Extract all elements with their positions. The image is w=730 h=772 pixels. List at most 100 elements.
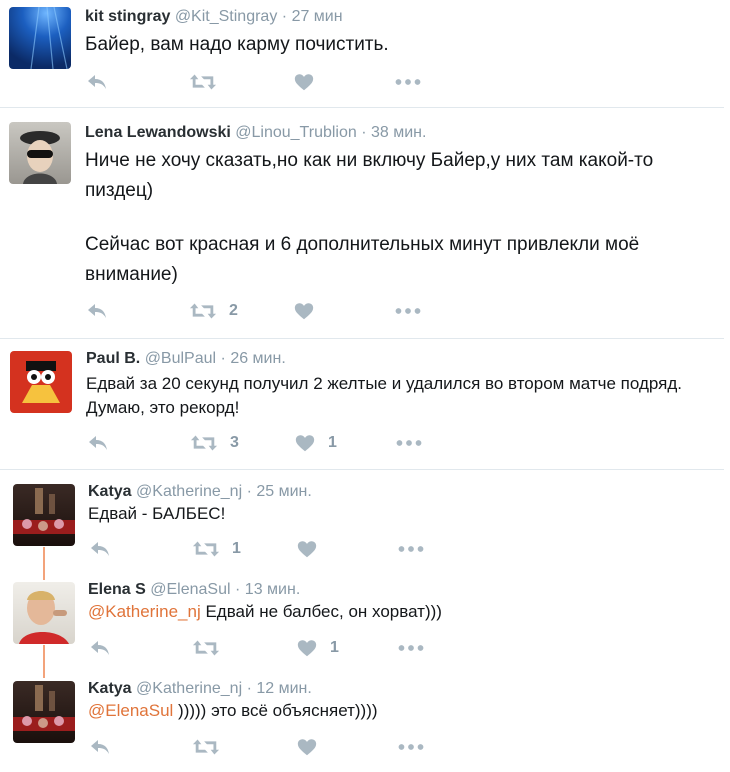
separator-dot: · — [281, 8, 288, 25]
user-handle[interactable]: @Kit_Stingray — [175, 8, 278, 25]
like-button[interactable]: 1 — [294, 431, 337, 455]
reply-button[interactable] — [88, 537, 112, 561]
reply-button[interactable] — [85, 70, 109, 94]
tweet-actions — [88, 735, 508, 759]
text-line: Ниче не хочу сказать,но как ни включу Ба… — [85, 150, 654, 171]
user-name[interactable]: Elena S — [88, 581, 146, 598]
text-line: Едвай за 20 секунд получил 2 желтые и уд… — [86, 374, 682, 393]
reply-icon — [85, 299, 109, 323]
retweet-icon — [189, 70, 217, 94]
like-button[interactable] — [296, 537, 318, 561]
retweet-icon — [192, 537, 220, 561]
like-icon — [296, 637, 318, 659]
reply-button[interactable] — [85, 299, 109, 323]
retweet-count: 2 — [229, 302, 238, 319]
more-icon — [395, 77, 421, 87]
avatar[interactable] — [13, 484, 75, 546]
avatar[interactable] — [9, 7, 71, 69]
avatar[interactable] — [10, 351, 72, 413]
user-name[interactable]: Katya — [88, 483, 132, 500]
retweet-button[interactable] — [192, 735, 220, 759]
retweet-button[interactable] — [192, 636, 220, 660]
retweet-button[interactable] — [189, 70, 217, 94]
tweet-header: Elena S @ElenaSul · 13 мин. — [88, 581, 300, 599]
more-icon — [395, 306, 421, 316]
reply-icon — [88, 735, 112, 759]
like-icon — [296, 736, 318, 758]
tweet-text: Едвай за 20 секунд получил 2 желтые и уд… — [86, 372, 726, 420]
user-name[interactable]: kit stingray — [85, 8, 170, 25]
user-handle[interactable]: @Linou_Trublion — [235, 124, 357, 141]
like-button[interactable] — [296, 735, 318, 759]
timestamp[interactable]: 13 мин. — [245, 581, 300, 598]
tweet: Katya @Katherine_nj · 25 мин. Едвай - БА… — [0, 470, 724, 578]
timestamp[interactable]: 12 мин. — [256, 680, 311, 697]
more-button[interactable] — [398, 735, 424, 759]
retweet-button[interactable]: 2 — [189, 299, 238, 323]
reply-button[interactable] — [88, 735, 112, 759]
separator-dot: · — [235, 581, 241, 598]
user-handle[interactable]: @Katherine_nj — [136, 483, 242, 500]
user-handle[interactable]: @ElenaSul — [150, 581, 230, 598]
more-button[interactable] — [395, 70, 421, 94]
avatar[interactable] — [13, 681, 75, 743]
tweet-header: Katya @Katherine_nj · 25 мин. — [88, 483, 312, 501]
user-handle[interactable]: @BulPaul — [145, 350, 216, 367]
tweet-text: Едвай - БАЛБЕС! — [88, 504, 226, 523]
timestamp[interactable]: 26 мин. — [230, 350, 285, 367]
reply-icon — [86, 431, 110, 455]
user-handle[interactable]: @Katherine_nj — [136, 680, 242, 697]
tweet-actions: 1 — [88, 636, 508, 660]
tweet: kit stingray @Kit_Stingray · 27 мин Байе… — [0, 0, 724, 108]
timestamp[interactable]: 25 мин. — [256, 483, 311, 500]
text-body: Едвай не балбес, он хорват))) — [200, 602, 442, 621]
tweet-text: @Katherine_nj Едвай не балбес, он хорват… — [88, 600, 718, 624]
user-name[interactable]: Katya — [88, 680, 132, 697]
like-button[interactable] — [293, 299, 315, 323]
user-name[interactable]: Lena Lewandowski — [85, 124, 231, 141]
avatar[interactable] — [13, 582, 75, 644]
retweet-count: 3 — [230, 434, 239, 451]
like-icon — [293, 71, 315, 93]
tweet-actions — [85, 70, 505, 94]
more-icon — [396, 438, 422, 448]
tweet-actions: 1 — [88, 537, 508, 561]
like-count: 1 — [330, 639, 339, 656]
tweet-text: Байер, вам надо карму почистить. — [85, 34, 389, 55]
separator-dot: · — [361, 124, 367, 141]
tweet-text: @ElenaSul ))))) это всё объясняет)))) — [88, 699, 718, 723]
tweet-header: Paul B. @BulPaul · 26 мин. — [86, 350, 286, 368]
retweet-button[interactable]: 1 — [192, 537, 241, 561]
tweet-actions: 2 — [85, 299, 505, 323]
mention-link[interactable]: @Katherine_nj — [88, 602, 201, 621]
like-count: 1 — [328, 434, 337, 451]
reply-icon — [88, 636, 112, 660]
reply-button[interactable] — [86, 431, 110, 455]
retweet-icon — [192, 636, 220, 660]
tweet: Paul B. @BulPaul · 26 мин. Едвай за 20 с… — [0, 339, 724, 469]
separator-dot: · — [246, 680, 252, 697]
text-line: Думаю, это рекорд! — [86, 398, 240, 417]
tweet: Katya @Katherine_nj · 12 мин. @ElenaSul … — [0, 676, 724, 772]
timestamp[interactable]: 27 мин — [292, 8, 343, 25]
reply-icon — [85, 70, 109, 94]
retweet-icon — [189, 299, 217, 323]
more-button[interactable] — [395, 299, 421, 323]
like-button[interactable] — [293, 70, 315, 94]
retweet-button[interactable]: 3 — [190, 431, 239, 455]
more-icon — [398, 544, 424, 554]
more-button[interactable] — [398, 636, 424, 660]
avatar[interactable] — [9, 122, 71, 184]
text-body: ))))) это всё объясняет)))) — [173, 701, 378, 720]
more-icon — [398, 643, 424, 653]
tweet: Lena Lewandowski @Linou_Trublion · 38 ми… — [0, 108, 724, 338]
text-line: внимание) — [85, 264, 178, 285]
timestamp[interactable]: 38 мин. — [371, 124, 426, 141]
more-button[interactable] — [396, 431, 422, 455]
more-button[interactable] — [398, 537, 424, 561]
user-name[interactable]: Paul B. — [86, 350, 140, 367]
like-icon — [293, 300, 315, 322]
reply-button[interactable] — [88, 636, 112, 660]
mention-link[interactable]: @ElenaSul — [88, 701, 173, 720]
like-button[interactable]: 1 — [296, 636, 339, 660]
